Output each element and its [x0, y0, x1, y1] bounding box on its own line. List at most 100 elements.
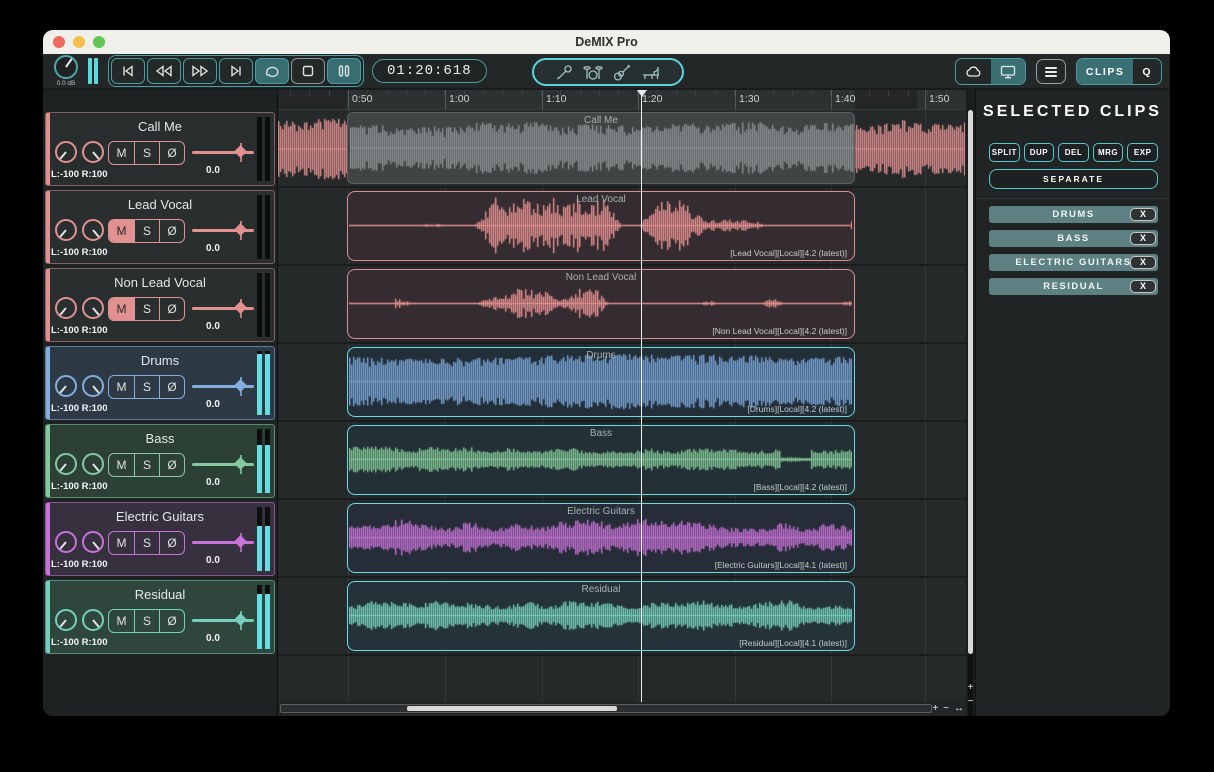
- track-lane[interactable]: Electric Guitars[Electric Guitars][Local…: [278, 500, 966, 578]
- mute-button[interactable]: M: [109, 454, 134, 476]
- v-zoom-out-button[interactable]: −: [966, 696, 975, 707]
- solo-button[interactable]: S: [134, 454, 159, 476]
- split-button[interactable]: SPLIT: [989, 143, 1020, 162]
- volume-slider[interactable]: [192, 541, 254, 544]
- volume-slider-handle[interactable]: [234, 145, 247, 158]
- v-zoom-in-button[interactable]: +: [966, 682, 975, 693]
- local-device-button[interactable]: [991, 59, 1025, 84]
- audio-clip[interactable]: Non Lead Vocal[Non Lead Vocal][Local][4.…: [347, 269, 855, 339]
- fast-forward-button[interactable]: [183, 58, 217, 84]
- cloud-button[interactable]: [956, 59, 991, 84]
- volume-slider[interactable]: [192, 463, 254, 466]
- playhead[interactable]: [641, 90, 642, 702]
- audio-clip[interactable]: Electric Guitars[Electric Guitars][Local…: [347, 503, 855, 573]
- mute-button[interactable]: M: [109, 298, 134, 320]
- audio-clip[interactable]: Residual[Residual][Local][4.1 (latest)]: [347, 581, 855, 651]
- pan-right-knob[interactable]: [82, 375, 104, 397]
- phase-invert-button[interactable]: Ø: [159, 454, 184, 476]
- timeline-ruler[interactable]: 0:501:001:101:201:301:401:50: [278, 90, 966, 110]
- phase-invert-button[interactable]: Ø: [159, 142, 184, 164]
- piano-icon[interactable]: [641, 64, 661, 81]
- audio-clip[interactable]: Bass[Bass][Local][4.2 (latest)]: [347, 425, 855, 495]
- track-lane[interactable]: Drums[Drums][Local][4.2 (latest)]: [278, 344, 966, 422]
- track-header[interactable]: Lead Vocal L:-100 R:100 M S Ø 0.0: [45, 190, 275, 264]
- mute-button[interactable]: M: [109, 220, 134, 242]
- pan-left-knob[interactable]: [55, 531, 77, 553]
- solo-button[interactable]: S: [134, 298, 159, 320]
- time-display[interactable]: 01:20:618: [372, 59, 487, 83]
- gain-knob[interactable]: [54, 55, 78, 79]
- skip-to-end-button[interactable]: [219, 58, 253, 84]
- selected-clip-item[interactable]: ELECTRIC GUITARSX: [989, 254, 1158, 271]
- horizontal-scrollbar[interactable]: [280, 704, 932, 713]
- skip-to-start-button[interactable]: [111, 58, 145, 84]
- guitar-icon[interactable]: [613, 64, 631, 81]
- volume-slider[interactable]: [192, 619, 254, 622]
- q-view-button[interactable]: Q: [1133, 59, 1161, 84]
- volume-slider-handle[interactable]: [234, 301, 247, 314]
- pan-right-knob[interactable]: [82, 141, 104, 163]
- volume-slider[interactable]: [192, 151, 254, 154]
- track-lane[interactable]: Call Me: [278, 110, 966, 188]
- del-button[interactable]: DEL: [1058, 143, 1089, 162]
- pan-left-knob[interactable]: [55, 609, 77, 631]
- selected-clip-item[interactable]: BASSX: [989, 230, 1158, 247]
- menu-button[interactable]: [1036, 59, 1066, 84]
- solo-button[interactable]: S: [134, 220, 159, 242]
- remove-clip-button[interactable]: X: [1130, 232, 1156, 245]
- pan-left-knob[interactable]: [55, 375, 77, 397]
- clips-view-button[interactable]: CLIPS: [1077, 59, 1133, 84]
- solo-button[interactable]: S: [134, 376, 159, 398]
- selected-clip-item[interactable]: DRUMSX: [989, 206, 1158, 223]
- pan-left-knob[interactable]: [55, 219, 77, 241]
- phase-invert-button[interactable]: Ø: [159, 220, 184, 242]
- track-header[interactable]: Bass L:-100 R:100 M S Ø 0.0: [45, 424, 275, 498]
- pan-right-knob[interactable]: [82, 609, 104, 631]
- volume-slider[interactable]: [192, 229, 254, 232]
- track-lane[interactable]: Lead Vocal[Lead Vocal][Local][4.2 (lates…: [278, 188, 966, 266]
- track-lane[interactable]: Non Lead Vocal[Non Lead Vocal][Local][4.…: [278, 266, 966, 344]
- loop-button[interactable]: [255, 58, 289, 84]
- phase-invert-button[interactable]: Ø: [159, 298, 184, 320]
- pause-button[interactable]: [327, 58, 361, 84]
- phase-invert-button[interactable]: Ø: [159, 610, 184, 632]
- pan-right-knob[interactable]: [82, 219, 104, 241]
- track-header[interactable]: Residual L:-100 R:100 M S Ø 0.0: [45, 580, 275, 654]
- drum-kit-icon[interactable]: [583, 64, 603, 81]
- solo-button[interactable]: S: [134, 532, 159, 554]
- volume-slider-handle[interactable]: [234, 613, 247, 626]
- phase-invert-button[interactable]: Ø: [159, 376, 184, 398]
- volume-slider[interactable]: [192, 385, 254, 388]
- audio-clip[interactable]: Lead Vocal[Lead Vocal][Local][4.2 (lates…: [347, 191, 855, 261]
- remove-clip-button[interactable]: X: [1130, 208, 1156, 221]
- remove-clip-button[interactable]: X: [1130, 280, 1156, 293]
- volume-slider[interactable]: [192, 307, 254, 310]
- track-header[interactable]: Call Me L:-100 R:100 M S Ø 0.0: [45, 112, 275, 186]
- vertical-scrollbar-thumb[interactable]: [968, 110, 973, 654]
- volume-slider-handle[interactable]: [234, 379, 247, 392]
- microphone-icon[interactable]: [555, 64, 573, 81]
- h-zoom-in-button[interactable]: +: [932, 702, 938, 715]
- volume-slider-handle[interactable]: [234, 457, 247, 470]
- h-zoom-out-button[interactable]: −: [943, 702, 949, 715]
- track-header[interactable]: Non Lead Vocal L:-100 R:100 M S Ø 0.0: [45, 268, 275, 342]
- track-header[interactable]: Electric Guitars L:-100 R:100 M S Ø 0.0: [45, 502, 275, 576]
- pan-left-knob[interactable]: [55, 453, 77, 475]
- solo-button[interactable]: S: [134, 142, 159, 164]
- selected-clip-item[interactable]: RESIDUALX: [989, 278, 1158, 295]
- mrg-button[interactable]: MRG: [1093, 143, 1124, 162]
- pan-right-knob[interactable]: [82, 453, 104, 475]
- mute-button[interactable]: M: [109, 376, 134, 398]
- track-lane[interactable]: Residual[Residual][Local][4.1 (latest)]: [278, 578, 966, 656]
- separate-button[interactable]: SEPARATE: [989, 169, 1158, 189]
- rewind-button[interactable]: [147, 58, 181, 84]
- horizontal-scrollbar-thumb[interactable]: [407, 706, 617, 711]
- h-fit-button[interactable]: ↔: [954, 702, 964, 715]
- track-header[interactable]: Drums L:-100 R:100 M S Ø 0.0: [45, 346, 275, 420]
- audio-clip[interactable]: Drums[Drums][Local][4.2 (latest)]: [347, 347, 855, 417]
- remove-clip-button[interactable]: X: [1130, 256, 1156, 269]
- volume-slider-handle[interactable]: [234, 223, 247, 236]
- solo-button[interactable]: S: [134, 610, 159, 632]
- pan-left-knob[interactable]: [55, 297, 77, 319]
- pan-right-knob[interactable]: [82, 531, 104, 553]
